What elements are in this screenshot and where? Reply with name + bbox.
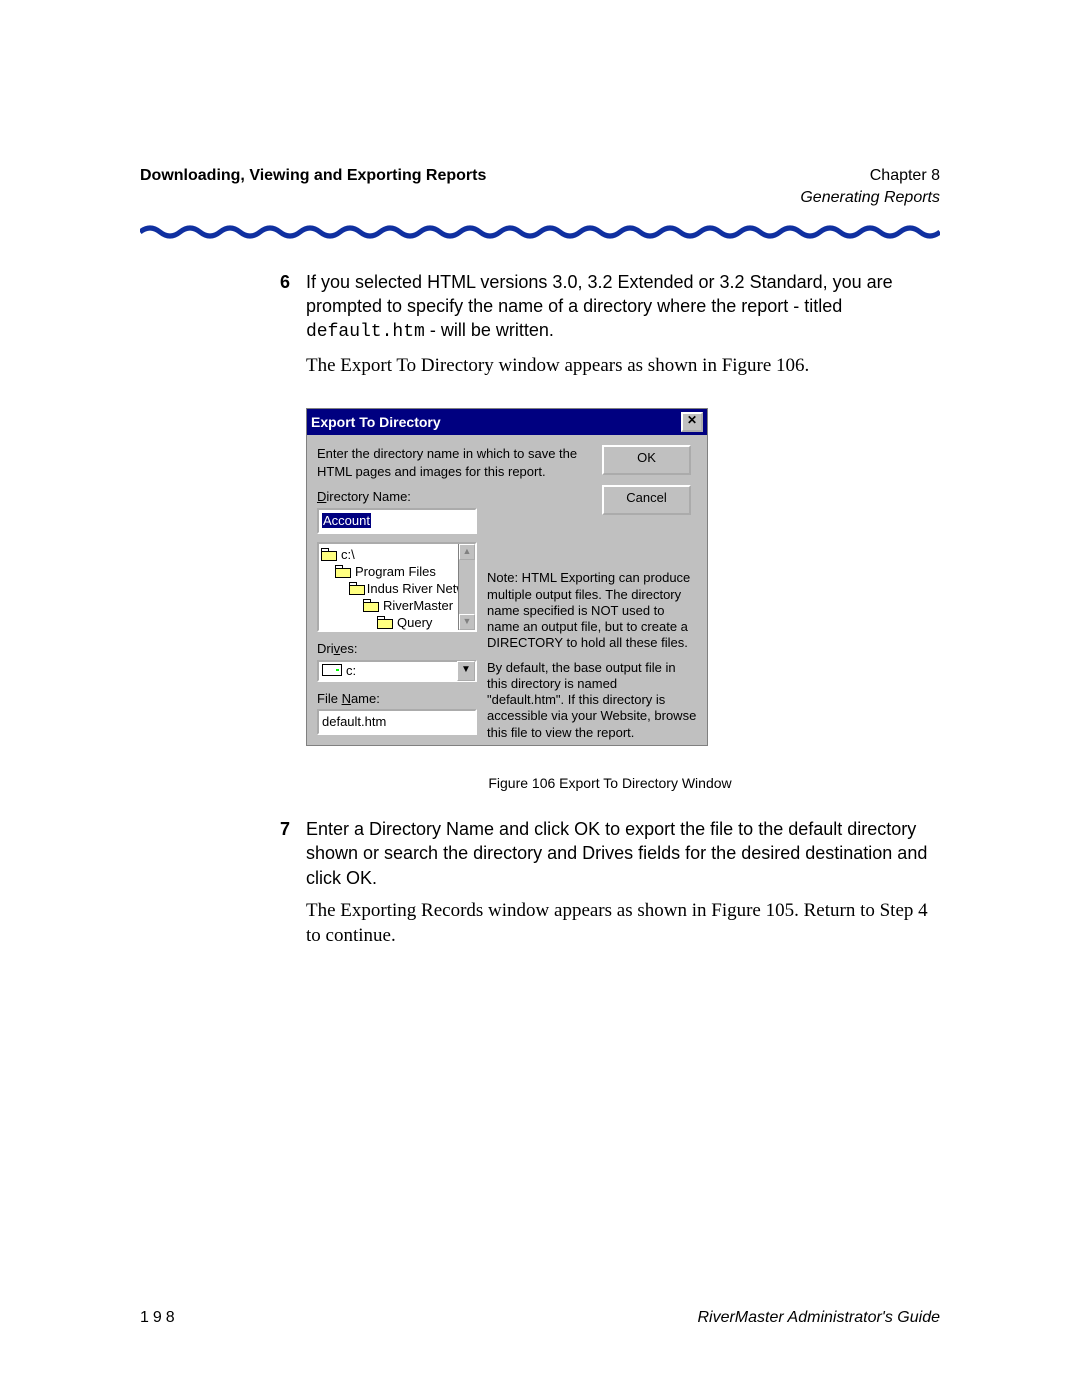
folder-open-icon [349,582,363,594]
folder-open-icon [321,548,337,560]
folder-open-icon [335,565,351,577]
directory-tree[interactable]: c:\ Program Files Indus River Netwo Rive… [317,542,477,632]
dialog-note: Note: HTML Exporting can produce multipl… [487,570,697,749]
scrollbar[interactable]: ▲ ▼ [458,544,475,630]
tree-item[interactable]: Indus River Netwo [321,580,473,597]
chevron-down-icon[interactable]: ▼ [457,661,475,681]
scroll-up-icon[interactable]: ▲ [459,544,475,560]
step-number: 7 [280,817,306,957]
tree-item[interactable]: Query [321,614,473,631]
tree-item[interactable]: c:\ [321,546,473,563]
step-7-para-2: The Exporting Records window appears as … [306,898,940,949]
directory-name-label: Directory Name: [317,488,592,506]
step-7-para-1: Enter a Directory Name and click OK to e… [306,817,940,890]
folder-open-icon [363,599,379,611]
step-6: 6 If you selected HTML versions 3.0, 3.2… [280,270,940,387]
dialog-title: Export To Directory [311,413,441,432]
figure-caption: Figure 106 Export To Directory Window [280,774,940,793]
header-subtitle: Generating Reports [800,187,940,209]
directory-name-input[interactable]: Account [317,508,477,534]
step-6-para-2: The Export To Directory window appears a… [306,353,940,379]
step-7: 7 Enter a Directory Name and click OK to… [280,817,940,957]
figure-106: Export To Directory ✕ Enter the director… [306,408,940,746]
dialog-instruction: Enter the directory name in which to sav… [317,445,592,480]
header-chapter: Chapter 8 [800,165,940,187]
export-dialog: Export To Directory ✕ Enter the director… [306,408,708,746]
wavy-divider [140,224,940,240]
drives-dropdown[interactable]: c: ▼ [317,660,477,682]
tree-item[interactable]: Program Files [321,563,473,580]
close-icon[interactable]: ✕ [681,412,703,432]
page-footer: 198 RiverMaster Administrator's Guide [140,1309,940,1327]
page-header: Downloading, Viewing and Exporting Repor… [140,165,940,210]
book-title: RiverMaster Administrator's Guide [697,1309,940,1327]
step-number: 6 [280,270,306,387]
folder-open-icon [377,616,393,628]
header-section-title: Downloading, Viewing and Exporting Repor… [140,165,486,210]
drive-icon [322,664,342,676]
dialog-titlebar[interactable]: Export To Directory ✕ [307,409,707,435]
scroll-down-icon[interactable]: ▼ [459,614,475,630]
tree-item[interactable]: RiverMaster [321,597,473,614]
page-number: 198 [140,1309,179,1327]
filename-input[interactable]: default.htm [317,709,477,735]
step-6-para-1: If you selected HTML versions 3.0, 3.2 E… [306,270,940,345]
cancel-button[interactable]: Cancel [602,485,691,515]
ok-button[interactable]: OK [602,445,691,475]
